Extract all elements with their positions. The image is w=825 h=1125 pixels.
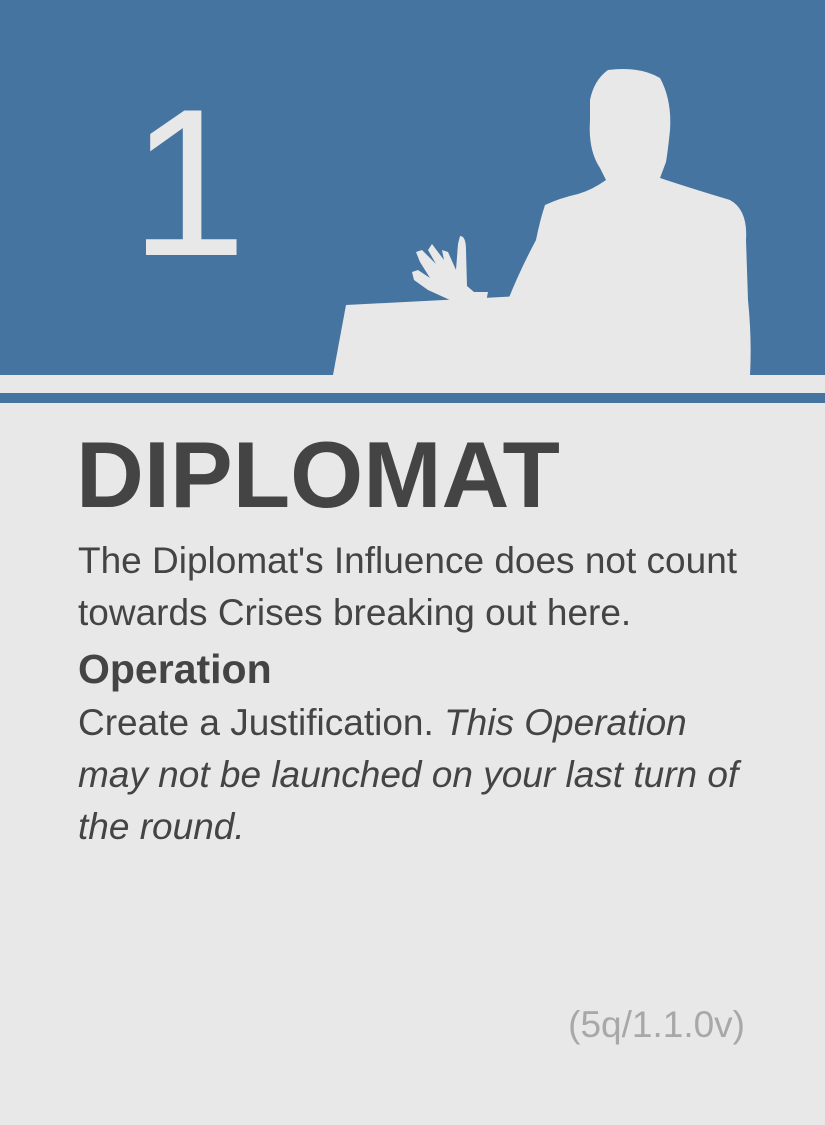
card-body: The Diplomat's Influence does not count …: [78, 535, 758, 853]
operation-heading: Operation: [78, 646, 272, 692]
version-label: (5q/1.1.0v): [568, 1004, 745, 1045]
card-title: DIPLOMAT: [76, 422, 560, 527]
diplomat-silhouette-icon: [333, 69, 751, 375]
operation-description: Create a Justification. This Operation m…: [78, 697, 758, 853]
divider-bar: [0, 393, 825, 403]
operation-text: Create a Justification.: [78, 702, 445, 743]
ability-text: The Diplomat's Influence does not count …: [78, 540, 738, 633]
card: 1 DIPLOMAT The Diplomat's Influence does…: [0, 0, 825, 1125]
